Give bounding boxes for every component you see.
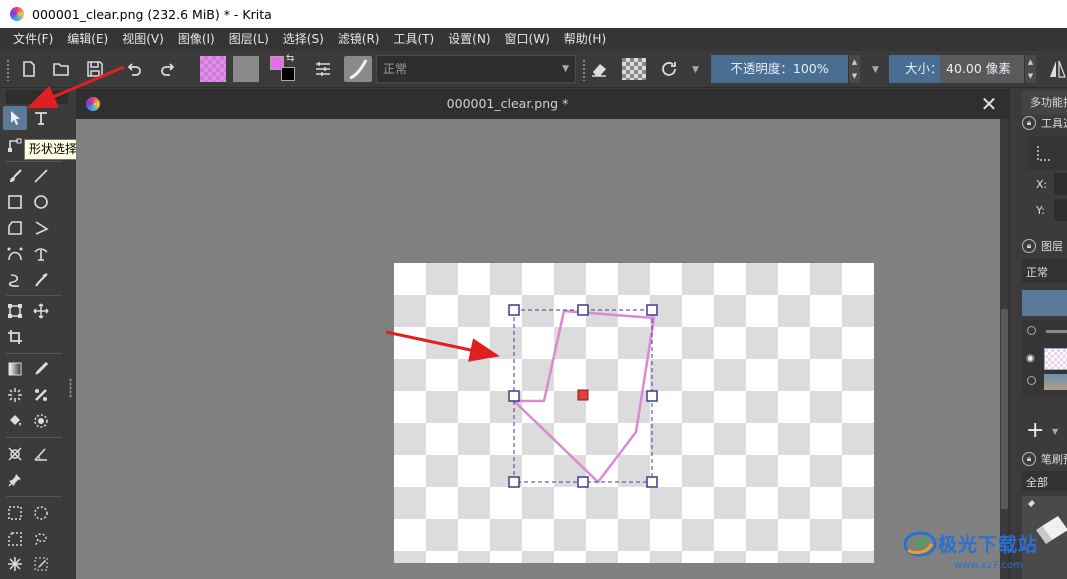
brush-presets-label: 笔刷预设 — [1041, 453, 1067, 466]
lock-icon[interactable]: 🔒︎ — [1022, 116, 1036, 130]
brush-presets-header: 🔒︎ 笔刷预设 — [1022, 449, 1067, 469]
tool-options-label: 工具选项 — [1041, 117, 1067, 130]
watermark-text: 极光下载站 — [938, 533, 1039, 556]
y-position-field[interactable] — [1054, 199, 1067, 221]
handle-bottom-left[interactable] — [508, 476, 520, 488]
watermark-logo-icon — [903, 531, 937, 557]
handle-top-right[interactable] — [646, 304, 658, 316]
brush-filter-value: 全部 — [1026, 476, 1048, 489]
handle-bottom-right[interactable] — [646, 476, 658, 488]
layer-blend-mode-select[interactable]: 正常 — [1022, 259, 1067, 283]
add-layer-dropdown-icon[interactable]: ▼ — [1052, 427, 1058, 436]
handle-middle-right[interactable] — [646, 390, 658, 402]
handle-top-center[interactable] — [577, 304, 589, 316]
layer-thumbnail-background[interactable] — [1044, 374, 1067, 390]
canvas-overlay — [26, 65, 658, 488]
x-label: X: — [1036, 178, 1048, 191]
layer-list[interactable]: ◉ — [1022, 320, 1067, 396]
brushes-lock-icon[interactable]: 🔒︎ — [1022, 452, 1036, 466]
annotation-arrow-toolbar — [26, 65, 125, 109]
x-position-field[interactable] — [1054, 173, 1067, 195]
add-layer-icon[interactable]: + — [1026, 418, 1044, 443]
layer-visibility-icon-2[interactable] — [1027, 376, 1036, 385]
layers-lock-icon[interactable]: 🔒︎ — [1022, 239, 1036, 253]
layer-thumbnail-group — [1046, 330, 1067, 333]
brush-tag-filter[interactable]: 全部 — [1022, 471, 1067, 491]
handle-bottom-center[interactable] — [577, 476, 589, 488]
advanced-color-selector-tab[interactable]: 多功能拾色器 — [1022, 91, 1067, 115]
layer-visibility-icon[interactable] — [1027, 326, 1036, 335]
layer-thumbnail-vector[interactable] — [1044, 348, 1067, 370]
watermark-url: www.xz7.com — [954, 560, 1023, 571]
eye-icon[interactable]: ◉ — [1026, 353, 1035, 364]
align-icon — [1037, 146, 1052, 161]
tool-options-header: 🔒︎ 工具选项 — [1022, 113, 1067, 133]
layers-header: 🔒︎ 图层 — [1022, 236, 1063, 256]
layers-label: 图层 — [1041, 240, 1063, 253]
alignment-options[interactable] — [1028, 136, 1067, 170]
layers-blend-value: 正常 — [1026, 266, 1048, 279]
watermark: 极光下载站 www.xz7.com — [902, 528, 1039, 571]
rotation-center-handle[interactable] — [577, 389, 589, 401]
right-docker-panel: 多功能拾色器 🔒︎ 工具选项 X: Y: 🔒︎ 图层 正常 ◉ + ▼ 🔒︎ 笔… — [1009, 88, 1067, 579]
handle-top-left[interactable] — [508, 304, 520, 316]
layer-opacity-slider[interactable] — [1022, 290, 1067, 316]
handle-middle-left[interactable] — [508, 390, 520, 402]
annotation-arrow-canvas — [385, 330, 500, 362]
y-label: Y: — [1036, 204, 1045, 217]
